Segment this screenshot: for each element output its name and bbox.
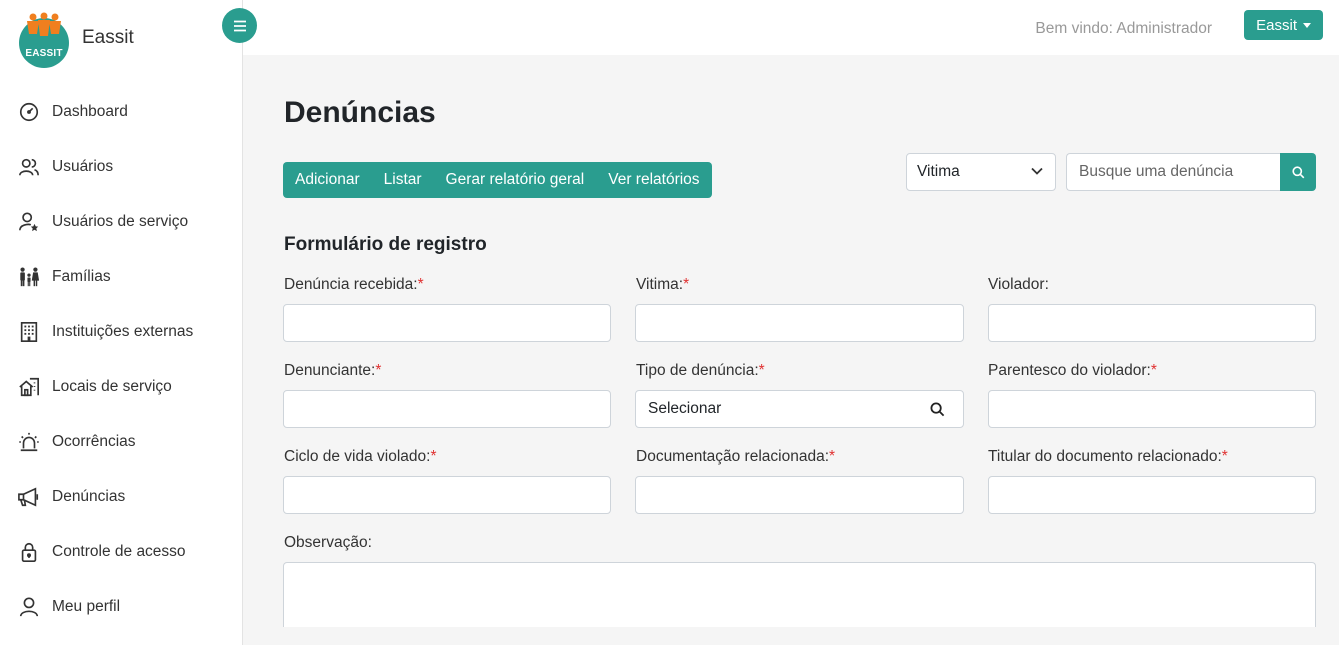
observation-label: Observação: bbox=[284, 534, 372, 551]
sidebar-item-locais[interactable]: Locais de serviço bbox=[0, 359, 242, 414]
sidebar-item-label: Controle de acesso bbox=[52, 542, 186, 560]
filter-selected-value: Vitima bbox=[917, 163, 960, 180]
life-cycle-label: Ciclo de vida violado:* bbox=[284, 448, 437, 465]
search-button[interactable] bbox=[1280, 153, 1316, 191]
sidebar-item-denuncias[interactable]: Denúncias bbox=[0, 469, 242, 524]
user-icon bbox=[17, 595, 41, 619]
observation-textarea[interactable] bbox=[283, 562, 1316, 632]
sidebar-item-label: Meu perfil bbox=[52, 597, 121, 615]
violator-label: Violador: bbox=[988, 276, 1049, 293]
welcome-text: Bem vindo: Administrador bbox=[1035, 20, 1212, 37]
victim-label: Vitima:* bbox=[636, 276, 690, 293]
required-marker: * bbox=[430, 448, 437, 465]
sidebar-item-instituicoes[interactable]: Instituições externas bbox=[0, 304, 242, 359]
sidebar: EASSIT Eassit Dashboard Usuários Usuário… bbox=[0, 0, 243, 645]
sidebar-item-label: Famílias bbox=[52, 267, 111, 285]
required-marker: * bbox=[1221, 448, 1228, 465]
complainant-input[interactable] bbox=[283, 390, 611, 428]
sidebar-item-label: Dashboard bbox=[52, 102, 128, 120]
sidebar-item-label: Usuários de serviço bbox=[52, 212, 189, 230]
complaint-type-value: Selecionar bbox=[648, 400, 722, 417]
sidebar-item-ocorrencias[interactable]: Ocorrências bbox=[0, 414, 242, 469]
violator-input[interactable] bbox=[988, 304, 1316, 342]
required-marker: * bbox=[683, 276, 690, 293]
generate-report-button[interactable]: Gerar relatório geral bbox=[434, 171, 585, 189]
sidebar-nav: Dashboard Usuários Usuários de serviço F… bbox=[0, 84, 242, 634]
related-documentation-input[interactable] bbox=[635, 476, 964, 514]
user-menu-button[interactable]: Eassit bbox=[1244, 10, 1323, 40]
violator-kinship-input[interactable] bbox=[988, 390, 1316, 428]
sidebar-item-usuarios-servico[interactable]: Usuários de serviço bbox=[0, 194, 242, 249]
user-star-icon bbox=[17, 210, 41, 234]
hamburger-menu-icon bbox=[233, 20, 246, 31]
sidebar-item-label: Denúncias bbox=[52, 487, 126, 505]
chevron-down-icon bbox=[1031, 167, 1043, 175]
complaint-type-label: Tipo de denúncia:* bbox=[636, 362, 765, 379]
complaint-type-select[interactable]: Selecionar bbox=[635, 390, 964, 428]
required-marker: * bbox=[1150, 362, 1157, 379]
search-input[interactable] bbox=[1066, 153, 1281, 191]
document-holder-label: Titular do documento relacionado:* bbox=[988, 448, 1228, 465]
logo-text: EASSIT bbox=[25, 48, 63, 59]
sidebar-item-controle-acesso[interactable]: Controle de acesso bbox=[0, 524, 242, 579]
dashboard-gauge-icon bbox=[17, 100, 41, 124]
sidebar-toggle-button[interactable] bbox=[222, 8, 257, 43]
life-cycle-input[interactable] bbox=[283, 476, 611, 514]
related-documentation-label: Documentação relacionada:* bbox=[636, 448, 836, 465]
search-icon bbox=[1291, 165, 1304, 178]
required-marker: * bbox=[758, 362, 765, 379]
required-marker: * bbox=[829, 448, 836, 465]
form-title: Formulário de registro bbox=[284, 234, 487, 255]
eassit-logo: EASSIT bbox=[18, 12, 70, 70]
topbar: Bem vindo: Administrador Eassit bbox=[243, 0, 1339, 55]
page-title: Denúncias bbox=[284, 96, 436, 129]
complainant-label: Denunciante:* bbox=[284, 362, 382, 379]
violator-kinship-label: Parentesco do violador:* bbox=[988, 362, 1157, 379]
sidebar-item-label: Ocorrências bbox=[52, 432, 136, 450]
users-icon bbox=[17, 155, 41, 179]
victim-input[interactable] bbox=[635, 304, 964, 342]
required-marker: * bbox=[417, 276, 424, 293]
sidebar-item-label: Usuários bbox=[52, 157, 114, 175]
received-complaint-input[interactable] bbox=[283, 304, 611, 342]
add-button[interactable]: Adicionar bbox=[283, 171, 360, 189]
action-button-group: Adicionar Listar Gerar relatório geral V… bbox=[283, 162, 712, 198]
brand-name: Eassit bbox=[82, 27, 134, 48]
sidebar-item-label: Instituições externas bbox=[52, 322, 194, 340]
family-icon bbox=[17, 265, 41, 289]
sidebar-item-dashboard[interactable]: Dashboard bbox=[0, 84, 242, 139]
sidebar-item-meu-perfil[interactable]: Meu perfil bbox=[0, 579, 242, 634]
required-marker: * bbox=[375, 362, 382, 379]
received-complaint-label: Denúncia recebida:* bbox=[284, 276, 424, 293]
alarm-siren-icon bbox=[17, 430, 41, 454]
brand[interactable]: EASSIT Eassit bbox=[18, 12, 134, 70]
search-filter-select[interactable]: Vitima bbox=[906, 153, 1056, 191]
house-city-icon bbox=[17, 375, 41, 399]
lock-icon bbox=[17, 540, 41, 564]
user-menu-label: Eassit bbox=[1256, 16, 1297, 34]
sidebar-item-label: Locais de serviço bbox=[52, 377, 172, 395]
sidebar-item-usuarios[interactable]: Usuários bbox=[0, 139, 242, 194]
list-button[interactable]: Listar bbox=[372, 171, 422, 189]
building-icon bbox=[17, 320, 41, 344]
document-holder-input[interactable] bbox=[988, 476, 1316, 514]
search-icon bbox=[930, 402, 945, 417]
megaphone-icon bbox=[17, 485, 41, 509]
sidebar-item-familias[interactable]: Famílias bbox=[0, 249, 242, 304]
caret-down-icon bbox=[1303, 22, 1311, 28]
view-reports-button[interactable]: Ver relatórios bbox=[596, 171, 699, 189]
